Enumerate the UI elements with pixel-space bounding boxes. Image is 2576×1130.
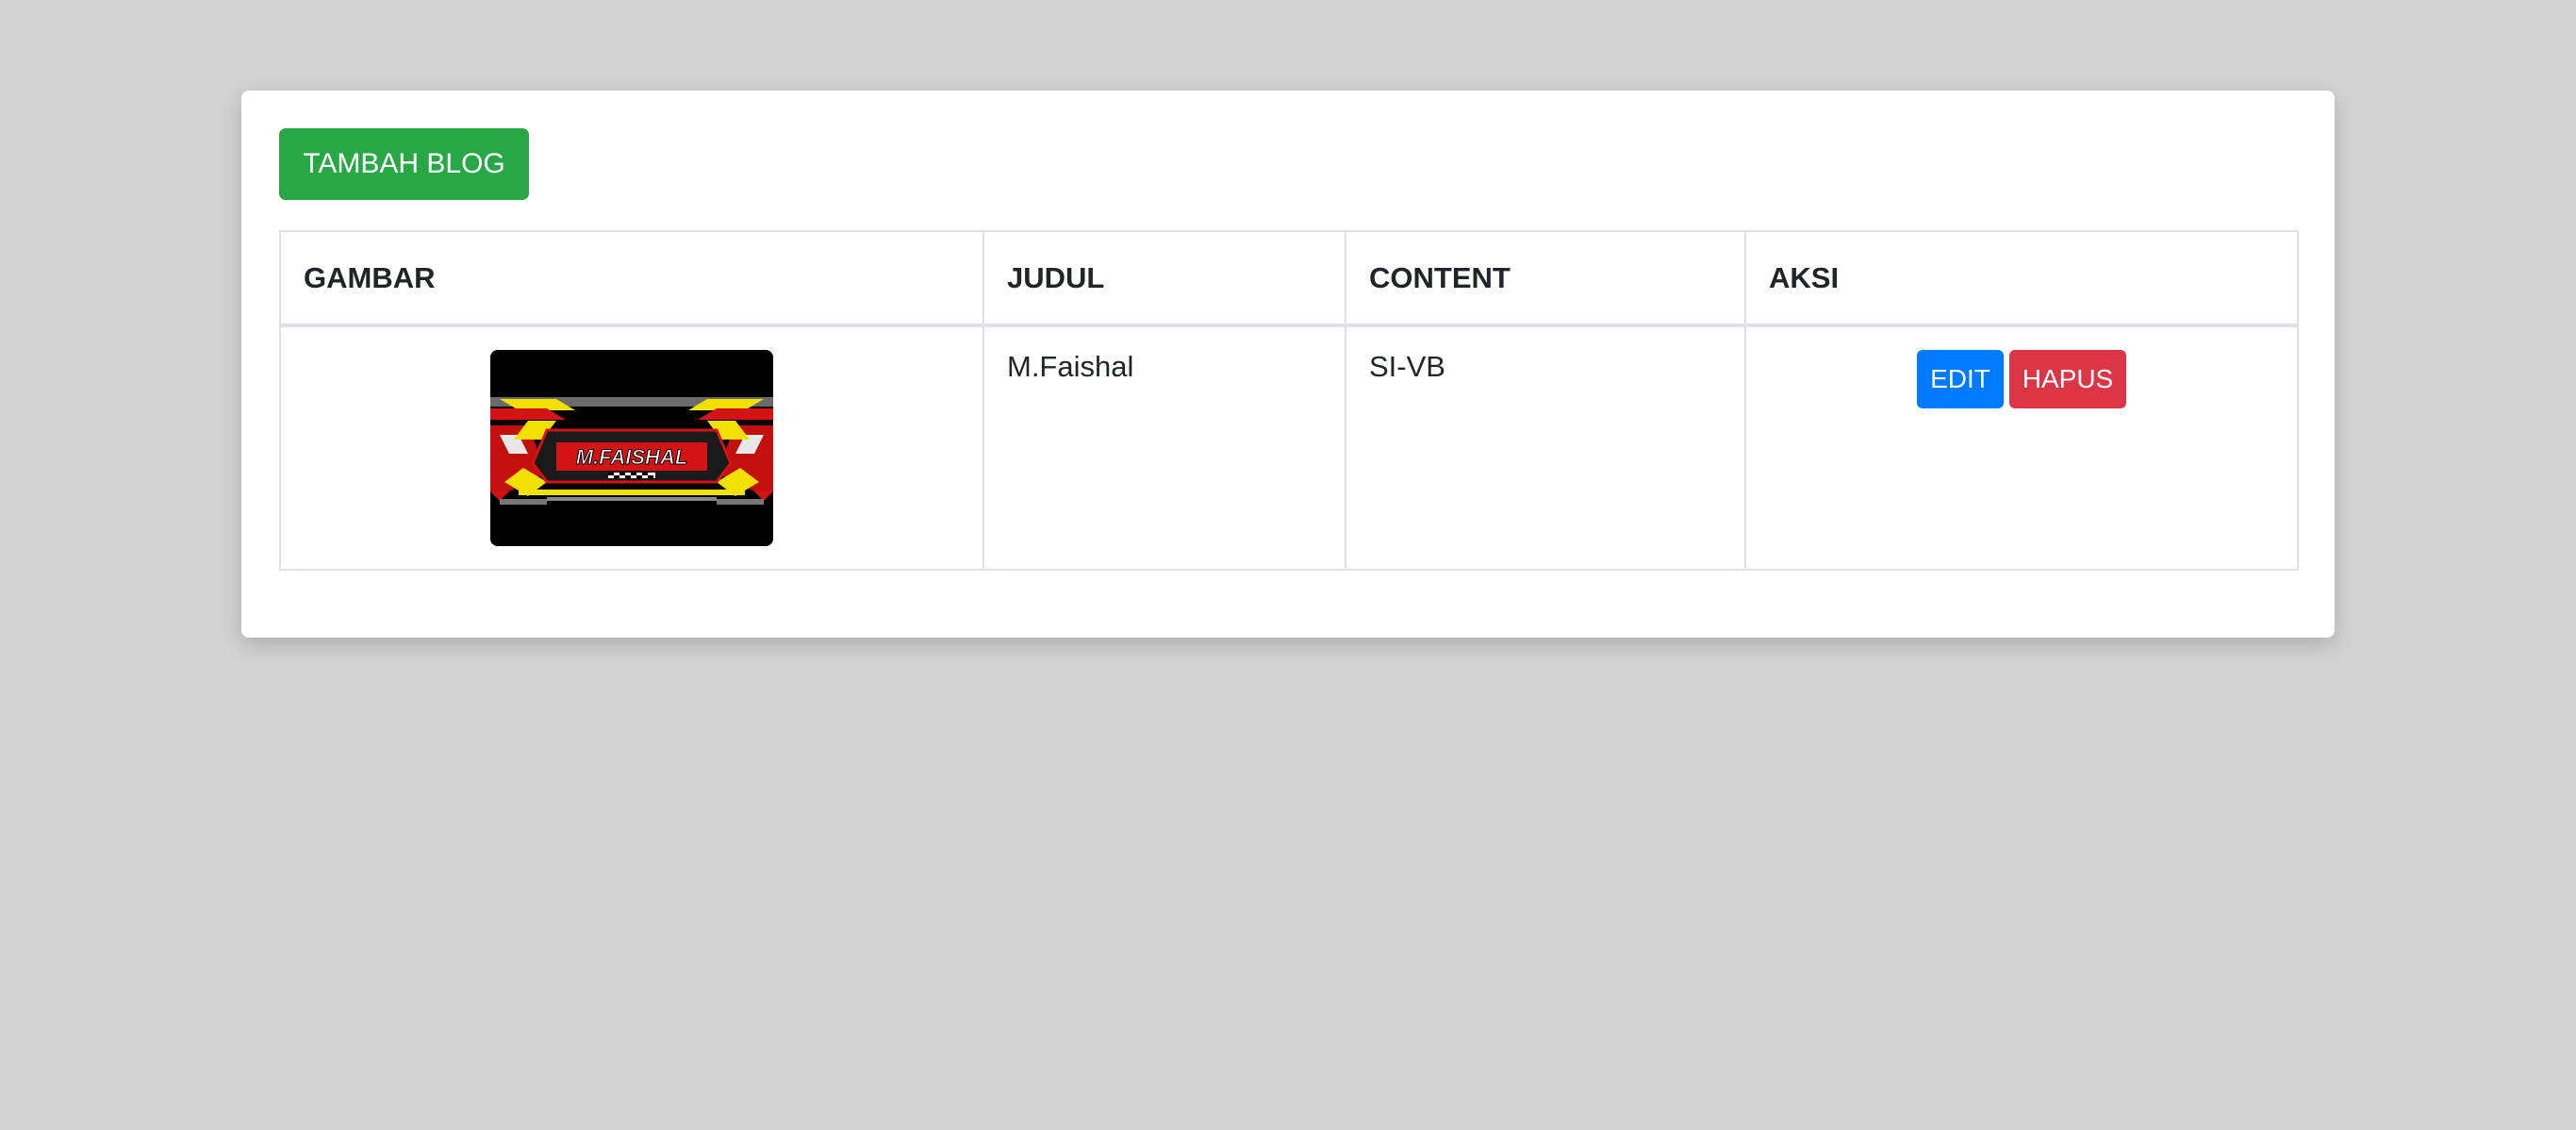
cell-content: SI-VB [1345, 324, 1746, 571]
banner-graphic: M.FAISHAL [490, 350, 773, 546]
header-aksi: AKSI [1744, 230, 2299, 327]
header-gambar: GAMBAR [279, 230, 984, 327]
edit-button[interactable]: EDIT [1917, 350, 2004, 408]
cell-aksi: EDIT HAPUS [1744, 324, 2299, 571]
header-judul: JUDUL [983, 230, 1346, 327]
cell-gambar: M.FAISHAL [279, 324, 984, 571]
add-blog-button[interactable]: TAMBAH BLOG [279, 128, 529, 200]
header-content: CONTENT [1345, 230, 1746, 327]
blog-table: GAMBAR JUDUL CONTENT AKSI M.FAISHAL M.Fa… [279, 230, 2299, 571]
blog-image: M.FAISHAL [490, 350, 773, 546]
svg-text:M.FAISHAL: M.FAISHAL [576, 445, 688, 469]
cell-judul: M.Faishal [983, 324, 1346, 571]
blog-card: TAMBAH BLOG GAMBAR JUDUL CONTENT AKSI M.… [241, 91, 2335, 638]
table-header-row: GAMBAR JUDUL CONTENT AKSI [279, 230, 2299, 327]
table-row: M.FAISHAL M.Faishal SI-VB EDIT HAPUS [279, 324, 2299, 571]
delete-button[interactable]: HAPUS [2009, 350, 2126, 408]
